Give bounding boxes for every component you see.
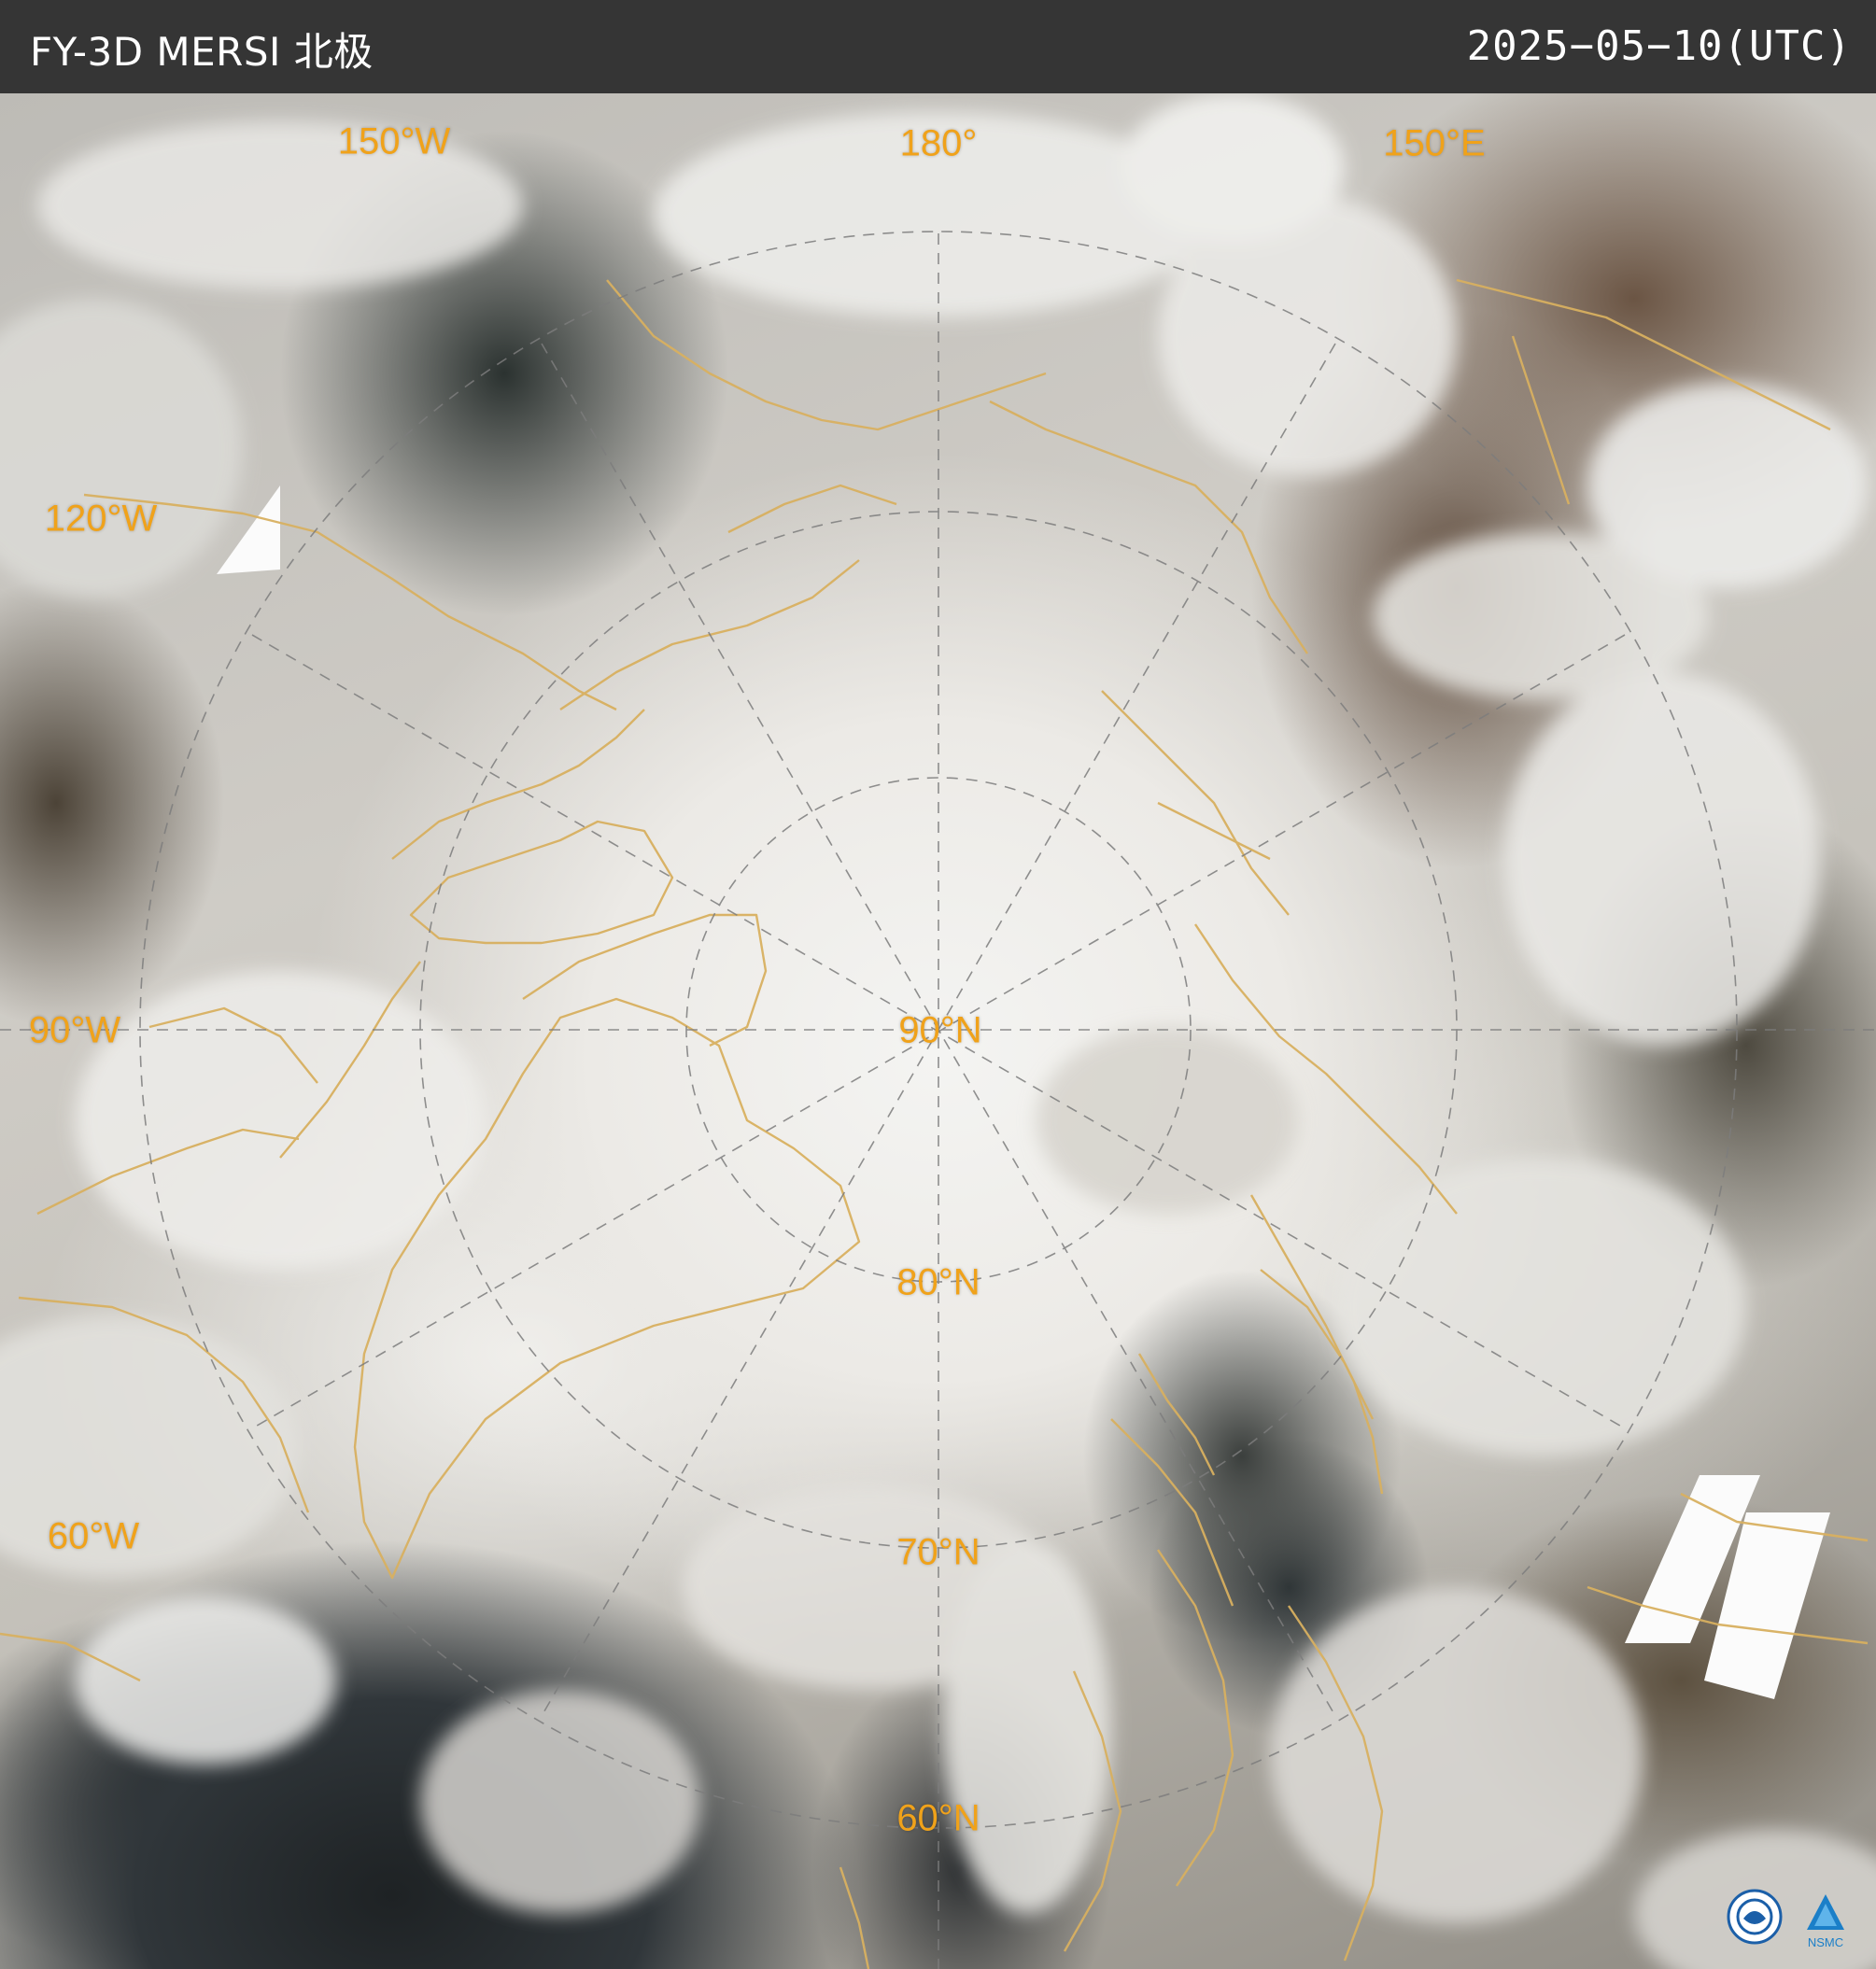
longitude-label-60w: 60°W [47, 1515, 140, 1557]
cma-logo-icon [1727, 1889, 1783, 1945]
latitude-label-70n: 70°N [896, 1531, 980, 1573]
header-bar: FY-3D MERSI 北极 2025−05−10(UTC) [0, 0, 1876, 93]
longitude-label-90w: 90°W [28, 1009, 121, 1051]
satellite-map: 150°W 180° 150°E 120°W 90°W 60°W 90°N 80… [0, 93, 1876, 1969]
longitude-label-180: 180° [899, 122, 978, 164]
longitude-label-150w: 150°W [337, 120, 451, 162]
nsmc-logo-text: NSMC [1808, 1935, 1843, 1949]
latitude-label-60n: 60°N [896, 1797, 980, 1839]
longitude-label-150e: 150°E [1383, 122, 1486, 164]
product-title: FY-3D MERSI 北极 [30, 29, 374, 75]
center-label-90n: 90°N [898, 1009, 982, 1051]
longitude-label-120w: 120°W [44, 498, 158, 540]
nsmc-logo-icon [1807, 1894, 1844, 1930]
agency-logos: NSMC [1725, 1887, 1855, 1952]
observation-date: 2025−05−10(UTC) [1466, 22, 1852, 70]
latitude-label-80n: 80°N [896, 1261, 980, 1303]
